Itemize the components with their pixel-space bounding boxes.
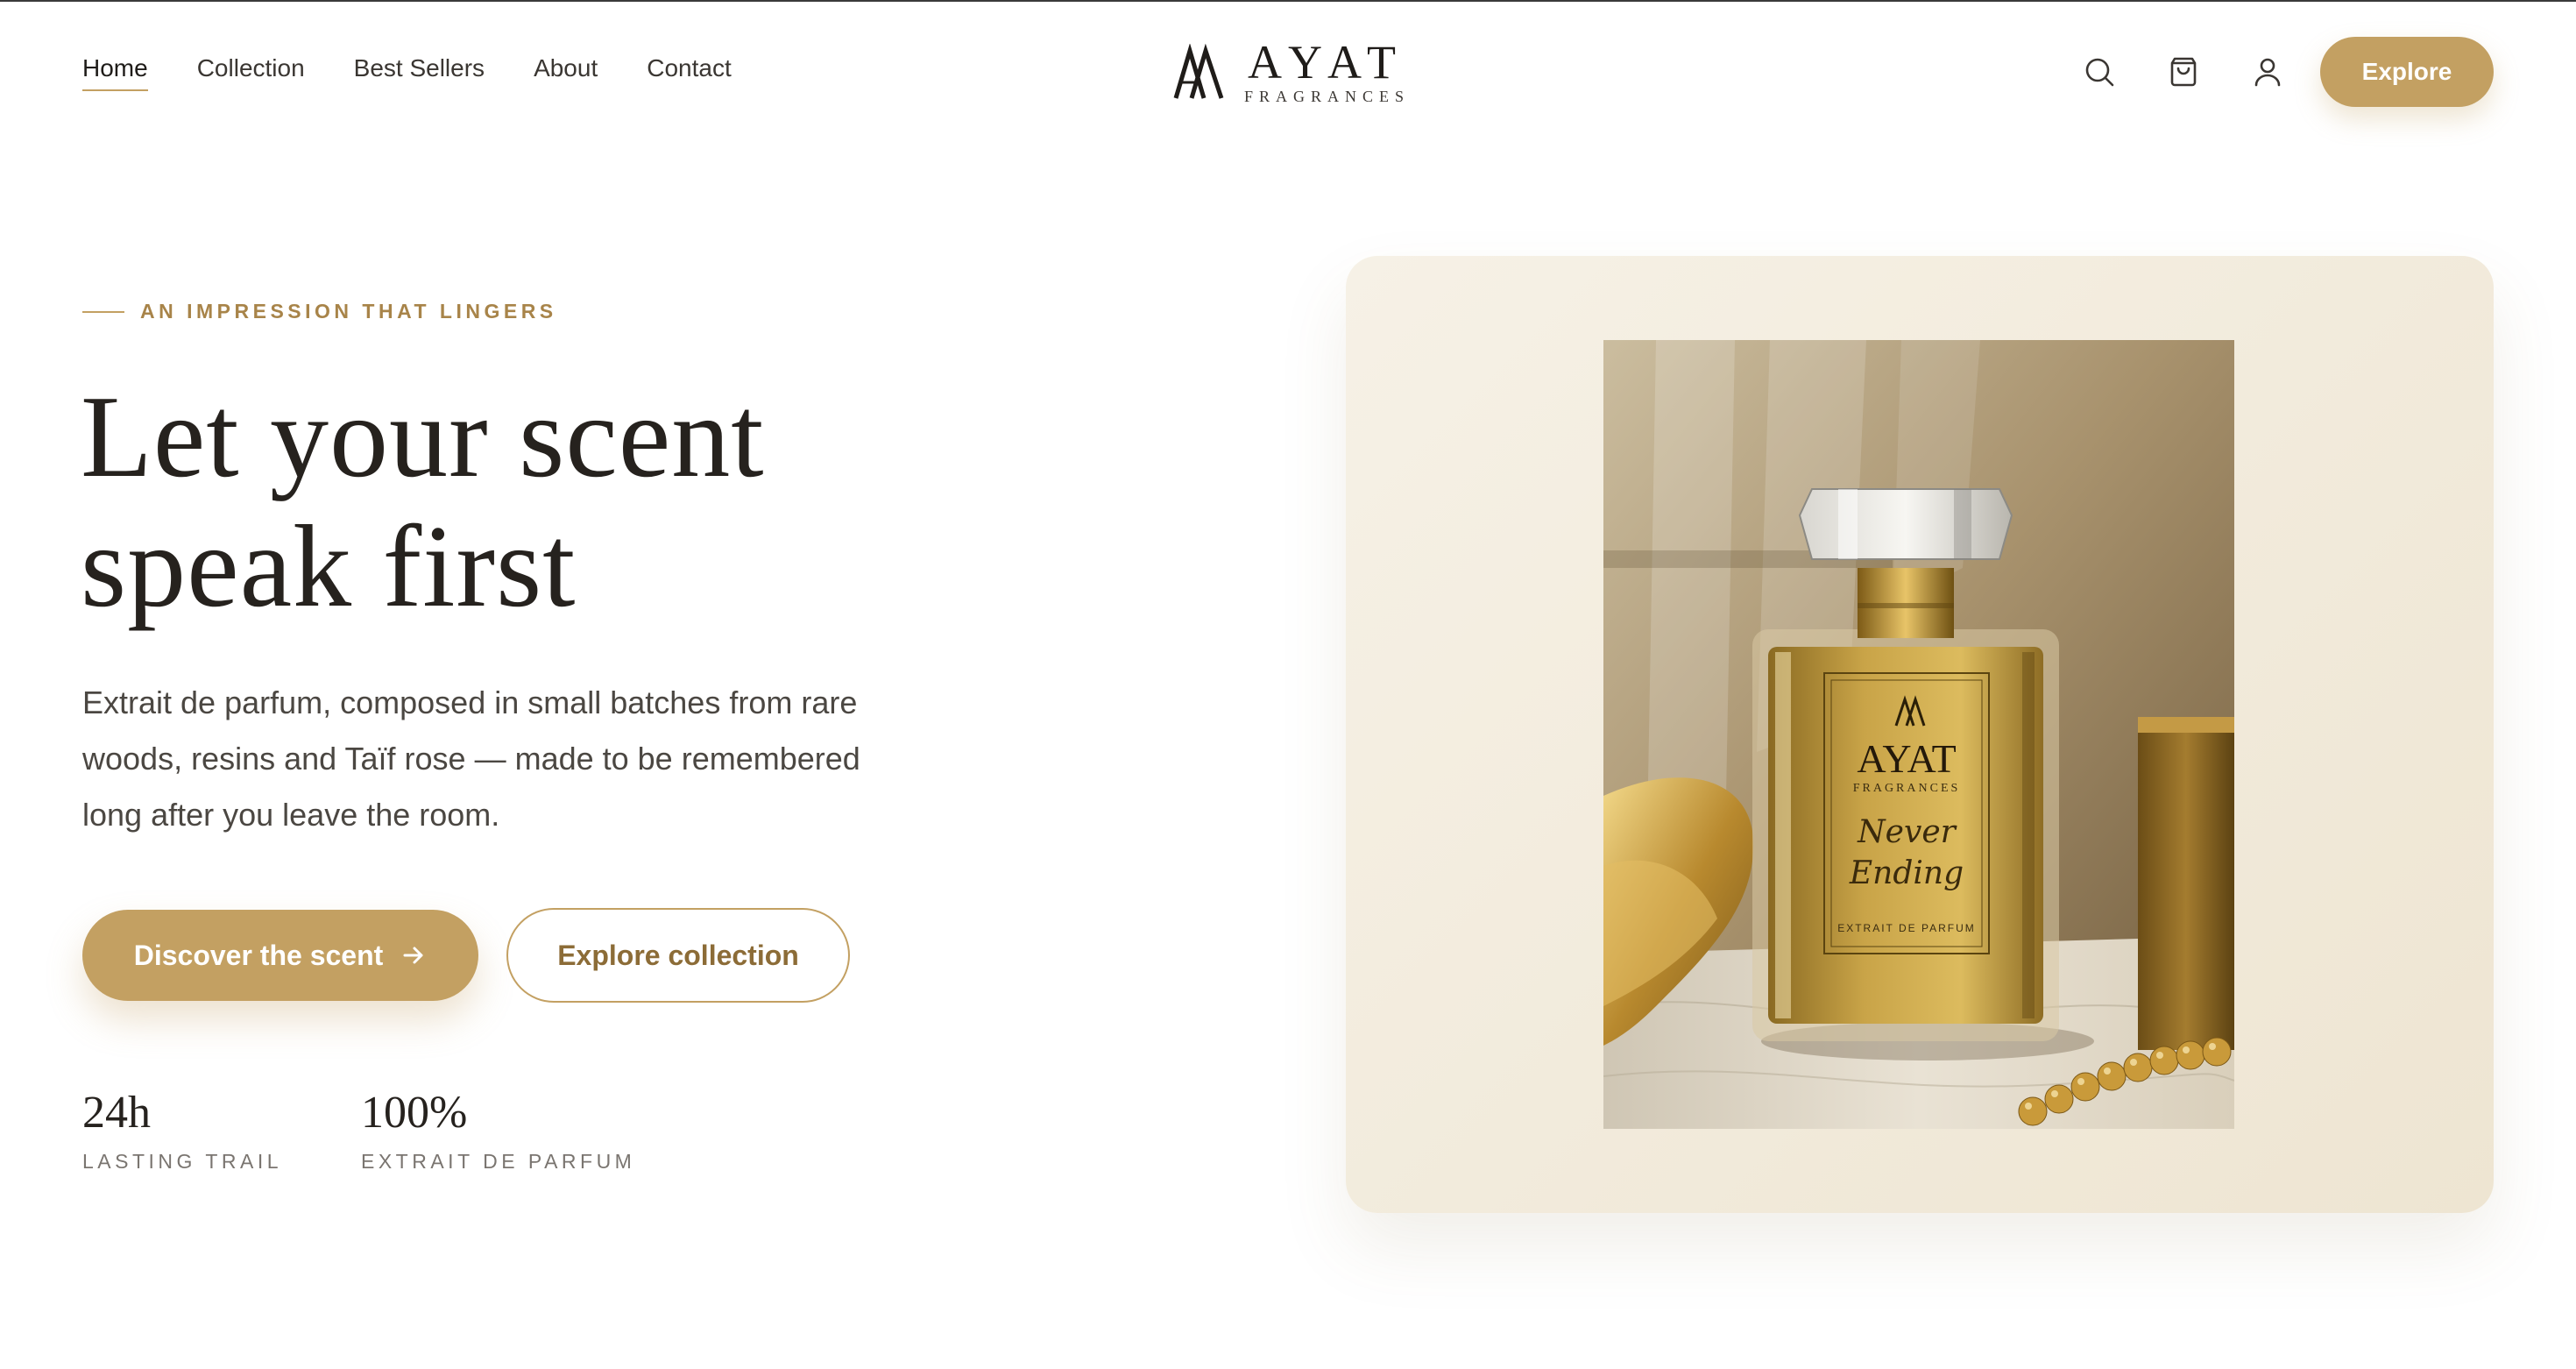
stat-value: 24h bbox=[82, 1088, 151, 1138]
main-nav: Home Collection Best Sellers About Conta… bbox=[82, 54, 732, 91]
stat-label: EXTRAIT DE PARFUM bbox=[361, 1150, 636, 1173]
stat-value: 100% bbox=[361, 1088, 468, 1138]
stat-extrait: 100% EXTRAIT DE PARFUM bbox=[361, 1087, 635, 1174]
product-photo: AYAT FRAGRANCES Never Ending EXTRAIT DE … bbox=[1603, 340, 2234, 1129]
headline-line-1: Let your scent bbox=[81, 372, 765, 501]
logo-name: AYAT bbox=[1247, 36, 1407, 89]
hero-eyebrow: AN IMPRESSION THAT LINGERS bbox=[82, 300, 557, 323]
perfume-bottle-image: AYAT FRAGRANCES Never Ending EXTRAIT DE … bbox=[1603, 340, 2234, 1129]
explore-collection-button[interactable]: Explore collection bbox=[506, 908, 850, 1003]
nav-contact[interactable]: Contact bbox=[647, 54, 732, 91]
nav-about[interactable]: About bbox=[534, 54, 598, 91]
bottle-name-line-1: Never bbox=[1857, 814, 1957, 850]
user-icon[interactable] bbox=[2250, 54, 2285, 89]
logo-mark-icon bbox=[1173, 43, 1224, 99]
stat-label: LASTING TRAIL bbox=[82, 1150, 283, 1173]
hero-headline: Let your scent speak first bbox=[81, 372, 1044, 631]
logo-subtitle: FRAGRANCES bbox=[1244, 88, 1411, 105]
discover-scent-button[interactable]: Discover the scent bbox=[82, 910, 478, 1001]
bag-icon[interactable] bbox=[2166, 54, 2201, 89]
stat-lasting: 24h LASTING TRAIL bbox=[82, 1087, 282, 1174]
bottle-brand-sub-text: FRAGRANCES bbox=[1853, 782, 1961, 795]
hero-description: Extrait de parfum, composed in small bat… bbox=[82, 684, 860, 833]
headline-line-2: speak first bbox=[81, 501, 577, 631]
bottle-type-text: EXTRAIT DE PARFUM bbox=[1837, 922, 1976, 934]
discover-scent-label: Discover the scent bbox=[133, 939, 384, 971]
top-border bbox=[0, 0, 2576, 2]
search-icon[interactable] bbox=[2082, 54, 2117, 89]
header-actions bbox=[2082, 54, 2285, 89]
nav-best-sellers[interactable]: Best Sellers bbox=[354, 54, 485, 91]
explore-button[interactable]: Explore bbox=[2320, 37, 2494, 107]
brand-logo[interactable]: AYAT FRAGRANCES bbox=[1172, 39, 1410, 106]
eyebrow-text: AN IMPRESSION THAT LINGERS bbox=[140, 300, 557, 323]
logo-wordmark: AYAT FRAGRANCES bbox=[1244, 39, 1410, 106]
arrow-right-icon bbox=[403, 947, 423, 964]
eyebrow-dash bbox=[82, 310, 124, 313]
bottle-brand-text: AYAT bbox=[1857, 736, 1956, 781]
bottle-name-line-2: Ending bbox=[1849, 855, 1964, 891]
nav-home[interactable]: Home bbox=[82, 54, 148, 91]
nav-collection[interactable]: Collection bbox=[197, 54, 305, 91]
